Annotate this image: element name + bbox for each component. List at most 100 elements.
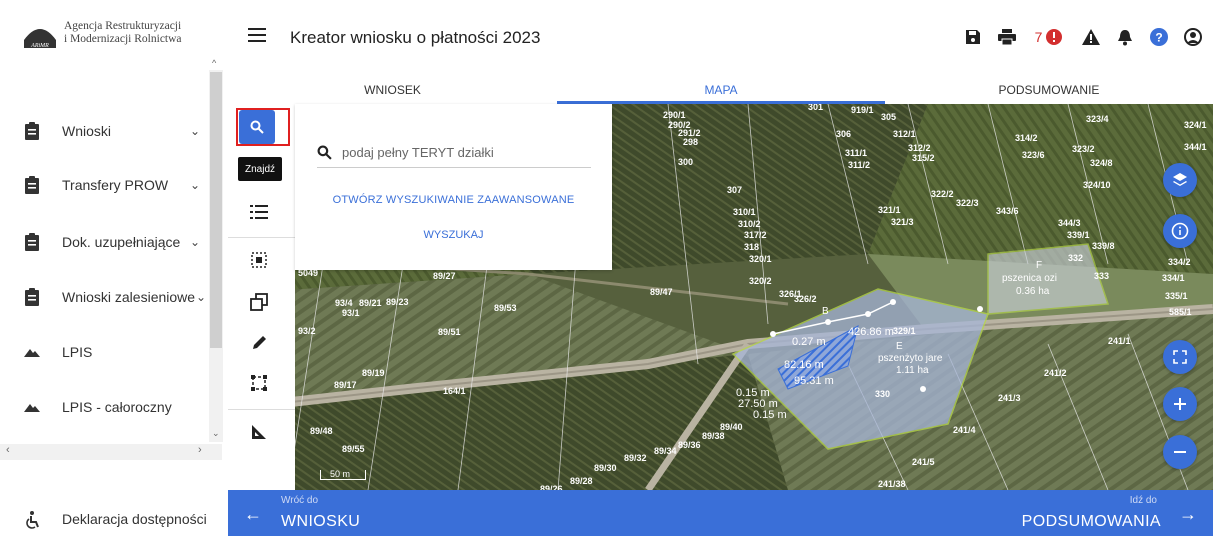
hamburger-menu-icon[interactable] <box>248 28 266 42</box>
parcel-label: 89/47 <box>650 287 673 297</box>
parcel-label: 311/2 <box>848 160 870 170</box>
parcel-label: 311/1 <box>845 148 867 158</box>
ruler-angle-icon <box>252 425 266 439</box>
scroll-down-arrow-icon[interactable]: ⌄ <box>212 428 220 439</box>
parcel-label: 332 <box>1068 253 1083 263</box>
arrow-right-icon: → <box>1179 504 1197 524</box>
info-button[interactable] <box>1163 214 1197 248</box>
parcel-label: 89/51 <box>438 327 461 337</box>
sidebar-item-label: LPIS <box>62 344 93 360</box>
search-tool-button[interactable] <box>239 110 275 144</box>
parcel-label: 310/2 <box>738 219 761 229</box>
select-area-tool-button[interactable] <box>240 243 278 277</box>
accessibility-icon <box>26 511 39 529</box>
sidebar-item-label: Wnioski <box>62 123 112 139</box>
tab-podsumowanie[interactable]: PODSUMOWANIE <box>885 76 1213 104</box>
alerts-counter[interactable]: 7 <box>1031 27 1067 47</box>
bottom-navigation-bar: ← Wróć do WNIOSKU Idź do PODSUMOWANIA → <box>228 490 1213 536</box>
parcel-label: 89/30 <box>594 463 617 473</box>
scroll-left-arrow-icon[interactable]: ‹ <box>6 444 10 456</box>
parcel-label: 343/6 <box>996 206 1019 216</box>
sidebar-item-wnioski-zalesieniowe[interactable]: Wnioski zalesieniowe ⌄ <box>0 282 208 312</box>
go-to-podsumowanie-button[interactable]: Idź do PODSUMOWANIA → <box>993 490 1213 536</box>
zoom-in-button[interactable] <box>1163 387 1197 421</box>
advanced-search-link[interactable]: OTWÓRZ WYSZUKIWANIE ZAAWANSOWANE <box>295 194 612 206</box>
sidebar-horizontal-scrollbar[interactable] <box>0 444 222 460</box>
back-to-wniosek-button[interactable]: ← Wróć do WNIOSKU <box>228 490 448 536</box>
back-caption: Wróć do <box>281 495 319 506</box>
parcel-label: 89/27 <box>433 271 456 281</box>
layer-list-tool-button[interactable] <box>240 195 278 229</box>
sidebar-item-lpis-caloroczny[interactable]: LPIS - całoroczny <box>0 392 208 422</box>
draw-tool-button[interactable] <box>240 326 278 360</box>
parcel-label: 318 <box>744 242 759 252</box>
tab-mapa[interactable]: MAPA <box>557 76 885 104</box>
parcel-label: 333 <box>1094 271 1109 281</box>
sidebar-item-lpis[interactable]: LPIS <box>0 337 208 367</box>
page-title: Kreator wniosku o płatności 2023 <box>290 28 541 47</box>
parcel-label: 89/32 <box>624 453 647 463</box>
sidebar-item-wnioski[interactable]: Wnioski ⌄ <box>0 116 208 146</box>
parcel-label: 310/1 <box>733 207 756 217</box>
parcel-label: 326/2 <box>794 294 817 304</box>
copy-icon <box>250 293 268 311</box>
logo-text: Agencja Restrukturyzacji i Modernizacji … <box>64 20 182 46</box>
save-icon[interactable] <box>963 27 983 47</box>
scroll-up-arrow-icon[interactable]: ^ <box>212 58 216 68</box>
bell-icon[interactable] <box>1115 27 1135 47</box>
parcel-label: 241/3 <box>998 393 1021 403</box>
warning-icon[interactable] <box>1081 27 1101 47</box>
parcel-label: 344/3 <box>1058 218 1081 228</box>
chevron-down-icon: ⌄ <box>190 178 201 192</box>
search-icon <box>317 145 332 160</box>
alert-circle-icon <box>1046 29 1063 45</box>
parcel-label: 89/48 <box>310 426 333 436</box>
parcel-label: 344/1 <box>1184 142 1207 152</box>
print-icon[interactable] <box>997 27 1017 47</box>
parcel-label: 323/6 <box>1022 150 1045 160</box>
parcel-label: 93/4 <box>335 298 353 308</box>
measurement-label: 426.86 m <box>848 326 894 338</box>
clipboard-icon <box>25 233 39 251</box>
bounding-box-icon <box>251 375 267 391</box>
minus-icon <box>1174 451 1186 453</box>
help-icon[interactable]: ? <box>1149 27 1169 47</box>
arrow-left-icon: ← <box>244 504 262 524</box>
bounding-box-tool-button[interactable] <box>240 366 278 400</box>
fullscreen-button[interactable] <box>1163 340 1197 374</box>
sidebar-scrollbar-thumb[interactable] <box>210 72 222 348</box>
top-icon-toolbar: 7 ? <box>949 27 1203 47</box>
list-icon <box>250 205 268 219</box>
fullscreen-icon <box>1173 350 1187 364</box>
sidebar-item-dok-uzupelniajace[interactable]: Dok. uzupełniające ⌄ <box>0 227 208 257</box>
zoom-out-button[interactable] <box>1163 435 1197 469</box>
layers-button[interactable] <box>1163 163 1197 197</box>
parcel-label: 919/1 <box>851 105 874 115</box>
teryt-search-input[interactable] <box>342 145 572 160</box>
sidebar-item-transfery-prow[interactable]: Transfery PROW ⌄ <box>0 170 208 200</box>
mountain-icon <box>24 349 40 357</box>
search-submit-button[interactable]: WYSZUKAJ <box>295 229 612 241</box>
parcel-label: 339/1 <box>1067 230 1090 240</box>
chevron-down-icon: ⌄ <box>196 290 207 304</box>
logo[interactable]: ARiMR Agencja Restrukturyzacji i Moderni… <box>22 20 182 58</box>
field-area: 1.11 ha <box>896 365 929 376</box>
parcel-label: 317/2 <box>744 230 767 240</box>
parcel-label: 324/10 <box>1083 180 1111 190</box>
clipboard-icon <box>25 176 39 194</box>
info-icon <box>1171 222 1189 240</box>
search-icon <box>250 120 264 134</box>
user-account-icon[interactable] <box>1183 27 1203 47</box>
parcel-label: 330 <box>875 389 890 399</box>
parcel-label: 290/1 <box>663 110 686 120</box>
clipboard-icon <box>25 288 39 306</box>
map-scale-label: 50 m <box>330 469 351 479</box>
tab-wniosek[interactable]: WNIOSEK <box>228 76 557 104</box>
sidebar-item-accessibility[interactable]: Deklaracja dostępności <box>0 500 228 536</box>
next-caption: Idź do <box>1129 495 1157 506</box>
copy-geometry-tool-button[interactable] <box>240 285 278 319</box>
measure-tool-button[interactable] <box>240 415 278 449</box>
parcel-label: 241/38 <box>878 479 906 489</box>
parcel-label: 89/53 <box>494 303 517 313</box>
scroll-right-arrow-icon[interactable]: › <box>198 444 202 456</box>
